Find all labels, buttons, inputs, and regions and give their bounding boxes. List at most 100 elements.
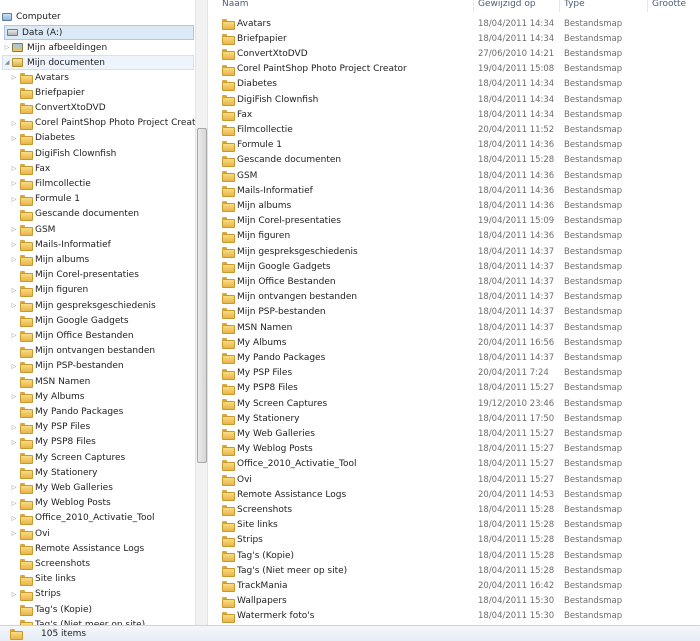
expand-arrow-icon[interactable]: ▷ [10, 530, 18, 537]
file-row[interactable]: Mijn gespreksgeschiedenis 18/04/2011 14:3… [222, 244, 652, 259]
file-row[interactable]: Mijn Office Bestanden 18/04/2011 14:37 Bes… [222, 274, 652, 289]
file-row[interactable]: Gescande documenten 18/04/2011 15:28 Besta… [222, 153, 652, 168]
expand-arrow-icon[interactable]: ▷ [10, 196, 18, 203]
nav-folder-item[interactable]: Mijn Google Gadgets [10, 313, 129, 328]
file-row[interactable]: Screenshots 18/04/2011 15:28 Bestandsmap [222, 502, 652, 517]
file-row[interactable]: DigiFish Clownfish 18/04/2011 14:34 Bestan… [222, 92, 652, 107]
nav-folder-item[interactable]: ▷ Mails-Informatief [10, 237, 111, 252]
file-row[interactable]: Mijn Google Gadgets 18/04/2011 14:37 Besta… [222, 259, 652, 274]
expand-arrow-icon[interactable]: ▷ [10, 256, 18, 263]
expand-arrow-icon[interactable]: ▷ [10, 500, 18, 507]
column-header-name[interactable]: Naam [218, 0, 474, 12]
expand-arrow-icon[interactable]: ▷ [10, 515, 18, 522]
nav-item-drive[interactable]: Data (A:) [4, 25, 194, 40]
expand-arrow-icon[interactable]: ▷ [10, 424, 18, 431]
nav-folder-item[interactable]: MSN Namen [10, 374, 90, 389]
file-row[interactable]: Diabetes 18/04/2011 14:34 Bestandsmap [222, 77, 652, 92]
nav-item-pictures[interactable]: ▷ Mijn afbeeldingen [3, 40, 108, 55]
file-row[interactable]: My Weblog Posts 18/04/2011 15:27 Bestandsm… [222, 442, 652, 457]
nav-folder-item[interactable]: Screenshots [10, 556, 90, 571]
file-row[interactable]: Mails-Informatief 18/04/2011 14:36 Bestand… [222, 183, 652, 198]
file-row[interactable]: TrackMania 20/04/2011 16:42 Bestandsmap [222, 578, 652, 593]
file-row[interactable]: Strips 18/04/2011 15:28 Bestandsmap [222, 533, 652, 548]
nav-folder-item[interactable]: ▷ Mijn PSP-bestanden [10, 359, 124, 374]
file-row[interactable]: Watermerk foto's 18/04/2011 15:30 Bestands… [222, 609, 652, 624]
file-row[interactable]: Mijn albums 18/04/2011 14:36 Bestandsmap [222, 198, 652, 213]
column-header-size[interactable]: Grootte [648, 0, 700, 12]
file-row[interactable]: My Screen Captures 19/12/2010 23:46 Bestan… [222, 396, 652, 411]
file-row[interactable]: My Web Galleries 18/04/2011 15:27 Bestands… [222, 426, 652, 441]
file-row[interactable]: My PSP Files 20/04/2011 7:24 Bestandsmap [222, 366, 652, 381]
expand-arrow-icon[interactable]: ▷ [10, 74, 18, 81]
nav-folder-item[interactable]: Gescande documenten [10, 207, 139, 222]
file-row[interactable]: Wallpapers 18/04/2011 15:30 Bestandsmap [222, 594, 652, 609]
file-row[interactable]: Mijn PSP-bestanden 18/04/2011 14:37 Bestan… [222, 305, 652, 320]
file-row[interactable]: My Pando Packages 18/04/2011 14:37 Bestand… [222, 350, 652, 365]
nav-folder-item[interactable]: ▷ Avatars [10, 70, 69, 85]
nav-folder-item[interactable]: ▷ Diabetes [10, 131, 75, 146]
file-row[interactable]: My Stationery 18/04/2011 17:50 Bestandsmap [222, 411, 652, 426]
column-header-type[interactable]: Type [560, 0, 648, 12]
scroll-thumb[interactable] [197, 128, 207, 463]
file-row[interactable]: Office_2010_Activatie_Tool 18/04/2011 15:… [222, 457, 652, 472]
file-row[interactable]: Formule 1 18/04/2011 14:36 Bestandsmap [222, 138, 652, 153]
nav-folder-item[interactable]: ▷ Formule 1 [10, 192, 80, 207]
nav-folder-item[interactable]: ▷ Mijn Office Bestanden [10, 328, 134, 343]
file-row[interactable]: Corel PaintShop Photo Project Creator 19/… [222, 62, 652, 77]
file-row[interactable]: ConvertXtoDVD 27/06/2010 14:21 Bestandsmap [222, 46, 652, 61]
expand-arrow-icon[interactable]: ▷ [10, 439, 18, 446]
column-header-date[interactable]: Gewijzigd op [474, 0, 560, 12]
expand-arrow-icon[interactable]: ▷ [10, 120, 18, 127]
nav-folder-item[interactable]: My Pando Packages [10, 404, 123, 419]
file-row[interactable]: My Albums 20/04/2011 16:56 Bestandsmap [222, 335, 652, 350]
nav-folder-item[interactable]: ▷ Mijn gespreksgeschiedenis [10, 298, 156, 313]
file-row[interactable]: Mijn ontvangen bestanden 18/04/2011 14:37… [222, 290, 652, 305]
nav-folder-item[interactable]: ▷ Fax [10, 161, 50, 176]
expand-arrow-icon[interactable]: ▷ [10, 302, 18, 309]
nav-folder-item[interactable]: ▷ GSM [10, 222, 55, 237]
nav-folder-item[interactable]: Mijn Corel-presentaties [10, 268, 139, 283]
nav-folder-item[interactable]: Remote Assistance Logs [10, 541, 144, 556]
nav-folder-item[interactable]: ▷ My PSP Files [10, 420, 90, 435]
nav-folder-item[interactable]: ▷ Mijn albums [10, 252, 89, 267]
nav-folder-item[interactable]: ▷ Mijn figuren [10, 283, 88, 298]
nav-folder-item[interactable]: ▷ My PSP8 Files [10, 435, 96, 450]
file-row[interactable]: Tag's (Kopie) 18/04/2011 15:28 Bestandsmap [222, 548, 652, 563]
nav-folder-item[interactable]: ▷ Ovi [10, 526, 50, 541]
file-row[interactable]: Ovi 18/04/2011 15:27 Bestandsmap [222, 472, 652, 487]
expand-arrow-icon[interactable]: ▷ [10, 393, 18, 400]
expand-arrow-icon[interactable]: ▷ [10, 591, 18, 598]
nav-folder-item[interactable]: My Stationery [10, 465, 98, 480]
nav-folder-item[interactable]: Briefpapier [10, 85, 85, 100]
nav-folder-item[interactable]: ▷ Office_2010_Activatie_Tool [10, 511, 155, 526]
expand-arrow-icon[interactable]: ▷ [10, 135, 18, 142]
expand-arrow-icon[interactable]: ▷ [10, 226, 18, 233]
nav-folder-item[interactable]: ▷ My Web Galleries [10, 480, 113, 495]
nav-folder-item[interactable]: ▷ My Albums [10, 389, 84, 404]
file-row[interactable]: Fax 18/04/2011 14:34 Bestandsmap [222, 107, 652, 122]
nav-folder-item[interactable]: ▷ Filmcollectie [10, 176, 91, 191]
expand-arrow-icon[interactable]: ▷ [10, 484, 18, 491]
expand-arrow-icon[interactable]: ▷ [10, 363, 18, 370]
expand-arrow-icon[interactable]: ▷ [10, 165, 18, 172]
nav-folder-item[interactable]: ▷ My Weblog Posts [10, 496, 111, 511]
nav-folder-item[interactable]: ▷ Corel PaintShop Photo Project Creator [10, 116, 205, 131]
expand-arrow-icon[interactable]: ▷ [10, 180, 18, 187]
expand-arrow-icon[interactable]: ▷ [10, 332, 18, 339]
nav-item-computer[interactable]: Computer [2, 9, 61, 24]
nav-folder-item[interactable]: My Screen Captures [10, 450, 125, 465]
file-row[interactable]: Tag's (Niet meer op site) 18/04/2011 15:2… [222, 563, 652, 578]
nav-folder-item[interactable]: ConvertXtoDVD [10, 100, 106, 115]
nav-folder-item[interactable]: ▷ Strips [10, 587, 61, 602]
file-row[interactable]: Mijn Corel-presentaties 19/04/2011 15:09 B… [222, 214, 652, 229]
file-row[interactable]: Filmcollectie 20/04/2011 11:52 Bestandsmap [222, 122, 652, 137]
file-row[interactable]: Briefpapier 18/04/2011 14:34 Bestandsmap [222, 31, 652, 46]
expand-arrow-icon[interactable]: ▷ [10, 241, 18, 248]
nav-folder-item[interactable]: Site links [10, 572, 76, 587]
collapse-arrow-icon[interactable]: ◢ [3, 59, 11, 66]
nav-item-documents[interactable]: ◢ Mijn documenten [2, 55, 194, 70]
file-row[interactable]: My PSP8 Files 18/04/2011 15:27 Bestandsmap [222, 381, 652, 396]
file-row[interactable]: Remote Assistance Logs 20/04/2011 14:53 Be… [222, 487, 652, 502]
file-row[interactable]: MSN Namen 18/04/2011 14:37 Bestandsmap [222, 320, 652, 335]
file-row[interactable]: Mijn figuren 18/04/2011 14:36 Bestandsmap [222, 229, 652, 244]
